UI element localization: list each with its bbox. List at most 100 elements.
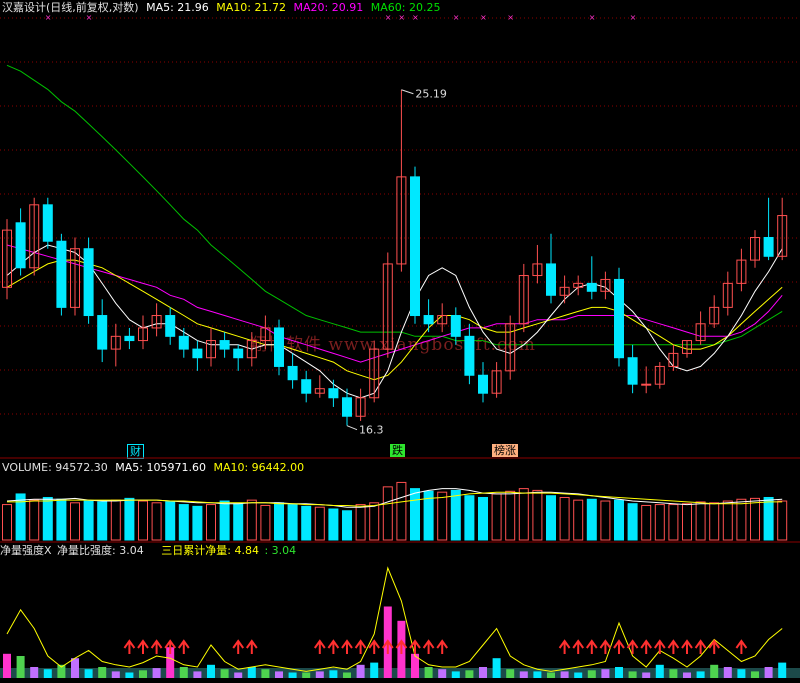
up-arrow-icon — [177, 639, 190, 654]
indicator-bar — [43, 669, 52, 678]
volume-bar — [151, 502, 162, 541]
volume-bar — [301, 505, 312, 541]
up-arrow-icon — [613, 639, 625, 654]
candle-down — [328, 388, 339, 399]
up-arrow-icon — [354, 639, 367, 654]
indicator-bar — [275, 671, 283, 678]
up-arrow-icon — [585, 639, 598, 654]
indicator-bar — [234, 672, 243, 678]
signal-mark: × — [86, 13, 93, 22]
indicator-bar — [737, 669, 746, 678]
signal-mark: × — [398, 13, 405, 22]
volume-bar — [532, 489, 543, 541]
up-arrow-icon — [735, 639, 748, 654]
volume-bar — [206, 504, 216, 541]
up-arrow-icon — [422, 639, 435, 654]
indicator-bar — [111, 671, 120, 678]
volume-bar — [396, 481, 407, 541]
volume-bar — [70, 502, 80, 541]
volume-bar — [709, 502, 720, 541]
volume-bar — [138, 500, 148, 541]
volume-bar — [736, 498, 747, 541]
up-arrow-icon — [681, 639, 693, 654]
up-arrow-icon — [626, 639, 639, 654]
candle-down — [586, 282, 597, 292]
low-label: 16.3 — [359, 424, 384, 437]
indicator-bar — [207, 664, 215, 678]
indicator-bar — [179, 667, 188, 678]
high-label: 25.19 — [415, 88, 447, 101]
volume-bar — [586, 498, 597, 541]
chart-stage: { "colors": {"up":"#ff5050","down":"#00e… — [0, 0, 800, 683]
volume-bar — [518, 488, 529, 541]
indicator-bar — [683, 672, 691, 678]
indicator-bar — [751, 671, 759, 678]
candle-down — [450, 315, 461, 337]
candle-down — [124, 335, 135, 342]
strength-line — [6, 566, 783, 672]
indicator-bar — [139, 670, 147, 678]
volume-bar — [287, 504, 298, 541]
signal-mark: × — [45, 13, 52, 22]
up-arrow-icon — [558, 639, 571, 654]
candle-down — [233, 348, 244, 359]
indicator-bar — [329, 670, 338, 678]
up-arrow-icon — [640, 639, 653, 654]
signal-mark: × — [480, 13, 487, 22]
up-arrow-icon — [313, 639, 326, 654]
volume-bar — [15, 493, 26, 541]
indicator-bar — [506, 669, 515, 678]
signal-mark: × — [630, 13, 637, 22]
indicator-bar — [343, 672, 351, 678]
volume-bar — [410, 488, 420, 541]
chart-svg: 25.19 16.3 × × × × × × × × × × — [0, 13, 800, 678]
indicator-bar — [696, 671, 705, 678]
indicator-bar — [574, 672, 583, 678]
up-arrow-icon — [667, 639, 680, 654]
signal-mark: × — [385, 13, 392, 22]
volume-bar — [382, 486, 393, 541]
candle-down — [192, 348, 203, 359]
candle-down — [219, 340, 230, 350]
indicator-bar — [615, 667, 623, 678]
up-arrow-icon — [150, 639, 163, 654]
candle-down — [423, 315, 434, 325]
candle-down — [97, 315, 108, 350]
indicator-bar — [98, 667, 107, 678]
up-arrow-icon — [436, 639, 449, 654]
indicator-bar — [451, 671, 460, 678]
volume-bar — [559, 496, 570, 541]
candle-down — [56, 240, 67, 308]
indicator-bar — [71, 658, 79, 678]
indicator-bar — [16, 656, 25, 678]
candle-down — [410, 176, 420, 317]
indicator-bar — [247, 667, 256, 678]
up-arrow-icon — [327, 639, 340, 654]
volume-bar — [777, 500, 788, 541]
volume-bar — [260, 504, 271, 541]
indicator-bar — [710, 664, 719, 678]
indicator-bar — [669, 669, 678, 678]
volume-bar — [478, 496, 488, 541]
indicator-bar — [261, 669, 270, 678]
indicator-bar — [220, 669, 229, 678]
indicator-bar — [519, 671, 528, 678]
indicator-bar — [302, 672, 311, 678]
indicator-bar — [288, 672, 297, 678]
volume-bar — [274, 502, 284, 541]
volume-bar — [314, 506, 325, 541]
volume-bar — [328, 508, 339, 541]
volume-bar — [722, 500, 733, 541]
volume-bar — [83, 500, 94, 541]
up-arrow-icon — [245, 639, 258, 654]
candle-down — [614, 278, 624, 359]
volume-bar — [763, 496, 774, 541]
volume-bar — [750, 497, 760, 541]
volume-bar — [233, 503, 244, 541]
signal-mark: × — [453, 13, 460, 22]
volume-bar — [97, 501, 108, 541]
volume-bar — [573, 499, 584, 541]
volume-bar — [369, 502, 380, 541]
ma5-line — [6, 244, 783, 399]
indicator-bar — [587, 670, 596, 678]
